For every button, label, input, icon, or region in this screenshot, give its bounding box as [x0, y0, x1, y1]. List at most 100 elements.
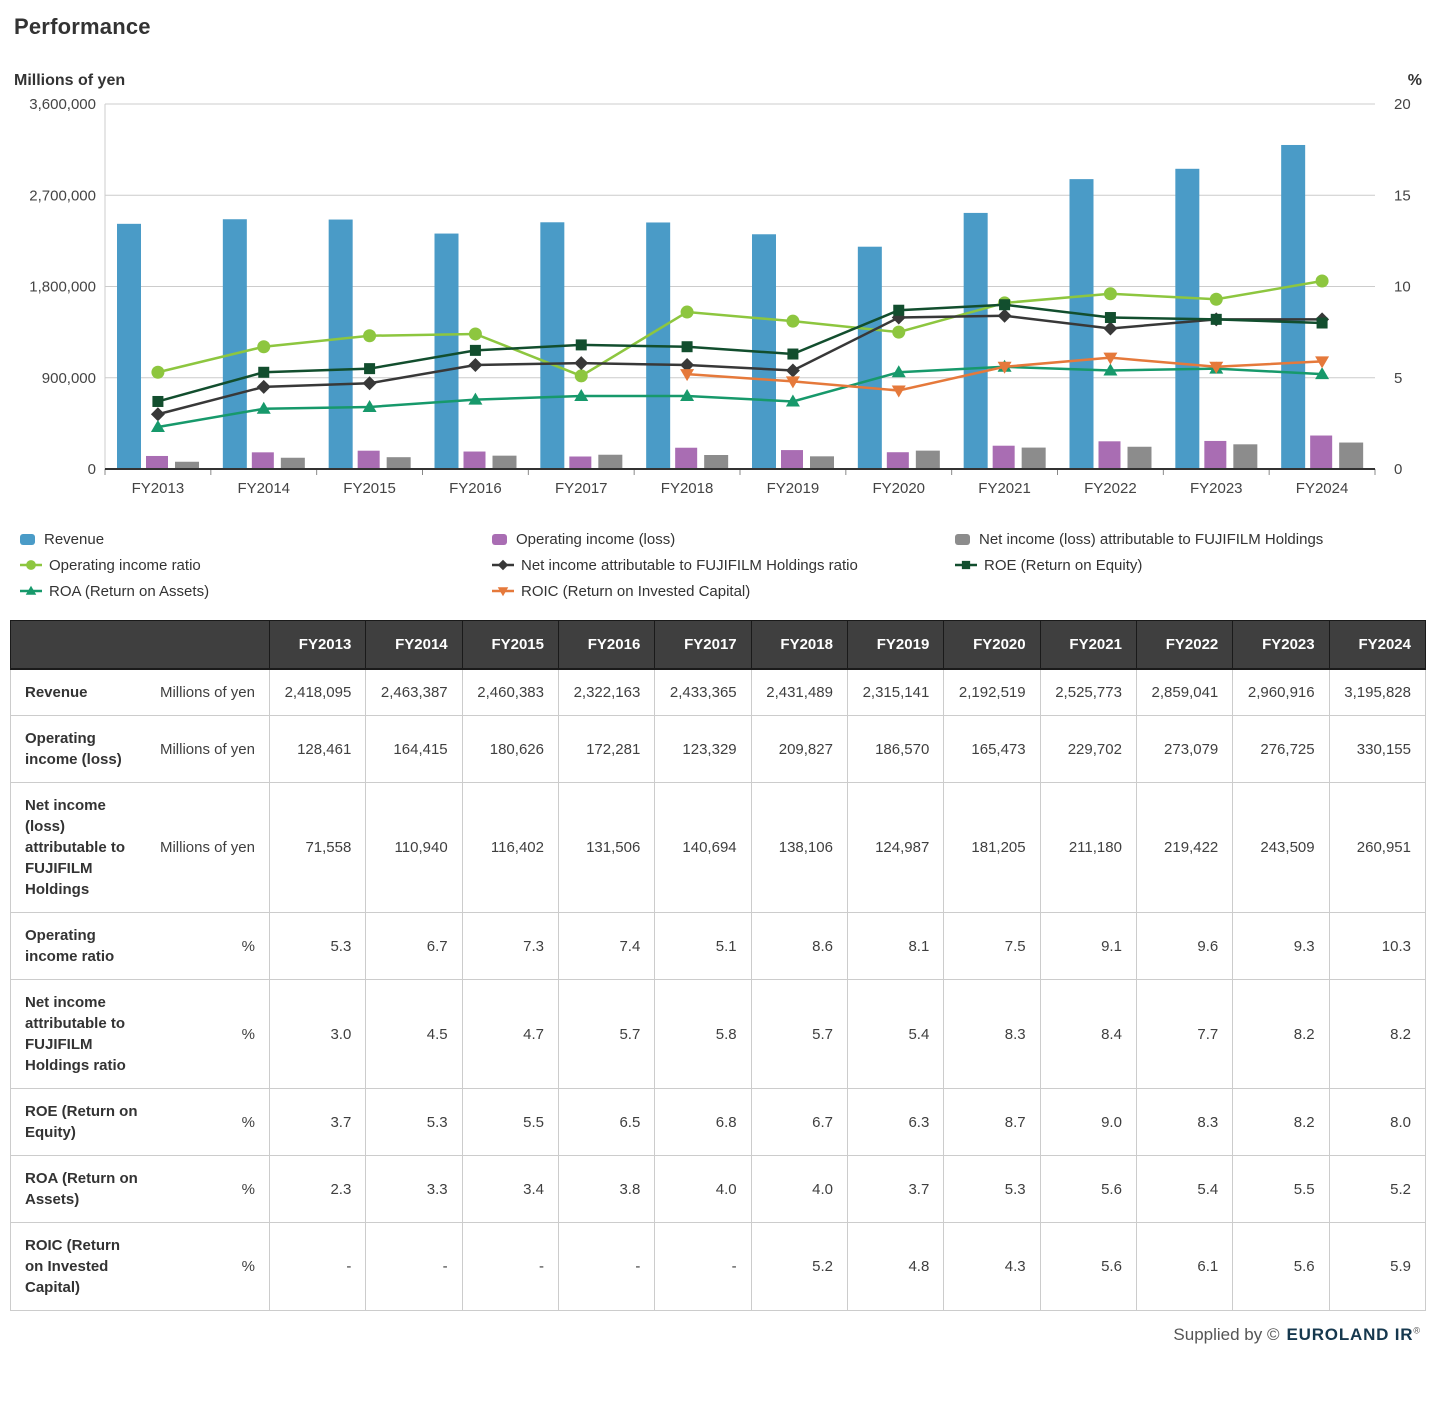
table-value-cell: 8.2 [1233, 980, 1329, 1089]
line-marker-circle [786, 315, 799, 328]
legend-item: Net income attributable to FUJIFILM Hold… [492, 552, 858, 578]
left-axis-tick-label: 900,000 [42, 370, 96, 387]
table-row: ROA (Return on Assets)%2.33.33.43.84.04.… [11, 1156, 1426, 1223]
table-value-cell: 2,431,489 [751, 669, 847, 716]
table-value-cell: 5.1 [655, 913, 751, 980]
table-row: RevenueMillions of yen2,418,0952,463,387… [11, 669, 1426, 716]
table-value-cell: 273,079 [1136, 716, 1232, 783]
legend-bar-swatch [492, 534, 507, 545]
table-value-cell: 4.8 [847, 1223, 943, 1311]
table-value-cell: 6.7 [366, 913, 462, 980]
table-value-cell: 209,827 [751, 716, 847, 783]
table-value-cell: 7.5 [944, 913, 1040, 980]
table-value-cell: 2,960,916 [1233, 669, 1329, 716]
table-value-cell: 2,433,365 [655, 669, 751, 716]
row-header-cell: ROE (Return on Equity)% [11, 1089, 270, 1156]
legend-label: Operating income (loss) [516, 531, 675, 548]
table-header: FY2013FY2014FY2015FY2016FY2017FY2018FY20… [11, 621, 1426, 670]
left-axis-tick-label: 1,800,000 [29, 279, 96, 296]
x-axis-label: FY2023 [1190, 480, 1243, 497]
table-value-cell: 10.3 [1329, 913, 1425, 980]
x-axis-label: FY2024 [1296, 480, 1349, 497]
bar-net-income [1128, 447, 1152, 469]
line-marker-circle [257, 340, 270, 353]
euroland-ir-logo: EUROLAND IR [1287, 1325, 1414, 1344]
table-value-cell: 3.4 [462, 1156, 558, 1223]
legend-bar-swatch [955, 534, 970, 545]
row-unit: % [238, 1179, 255, 1200]
line-marker-square [576, 339, 587, 350]
line-marker-circle [1210, 293, 1223, 306]
table-value-cell: 8.2 [1233, 1089, 1329, 1156]
table-value-cell: 3.0 [270, 980, 366, 1089]
performance-combo-chart: 0900,0001,800,0002,700,0003,600,00005101… [0, 90, 1436, 502]
row-label: Net income attributable to FUJIFILM Hold… [25, 992, 139, 1076]
table-value-cell: 3.7 [847, 1156, 943, 1223]
row-label: ROA (Return on Assets) [25, 1168, 139, 1210]
table-value-cell: 172,281 [558, 716, 654, 783]
left-axis-tick-label: 2,700,000 [29, 187, 96, 204]
bar-net-income [175, 462, 199, 469]
line-marker-diamond [257, 380, 271, 394]
line-marker-circle [1316, 275, 1329, 288]
table-value-cell: 5.3 [270, 913, 366, 980]
table-value-cell: 128,461 [270, 716, 366, 783]
row-unit: Millions of yen [156, 739, 255, 760]
legend-item: ROIC (Return on Invested Capital) [492, 578, 858, 604]
line-marker-diamond [468, 358, 482, 372]
table-col-header: FY2015 [462, 621, 558, 670]
line-marker-square [1211, 314, 1222, 325]
bar-revenue [964, 213, 988, 469]
row-unit: % [238, 936, 255, 957]
table-col-header: FY2013 [270, 621, 366, 670]
bar-operating-income [781, 450, 803, 469]
x-axis-label: FY2019 [767, 480, 820, 497]
table-value-cell: 140,694 [655, 783, 751, 913]
table-value-cell: 2.3 [270, 1156, 366, 1223]
line-marker-circle [363, 329, 376, 342]
bar-net-income [916, 451, 940, 469]
bar-net-income [704, 455, 728, 469]
table-value-cell: 2,859,041 [1136, 669, 1232, 716]
bar-operating-income [887, 452, 909, 469]
table-value-cell: 8.6 [751, 913, 847, 980]
table-row: ROIC (Return on Invested Capital)%-----5… [11, 1223, 1426, 1311]
line-marker-circle [1104, 287, 1117, 300]
line-marker-triangle-down [892, 386, 906, 398]
table-value-cell: 6.8 [655, 1089, 751, 1156]
table-value-cell: - [462, 1223, 558, 1311]
table-value-cell: 6.1 [1136, 1223, 1232, 1311]
table-col-header: FY2021 [1040, 621, 1136, 670]
row-unit: % [238, 1112, 255, 1133]
row-unit: % [238, 1024, 255, 1045]
table-col-header: FY2022 [1136, 621, 1232, 670]
table-value-cell: 2,192,519 [944, 669, 1040, 716]
table-col-header: FY2017 [655, 621, 751, 670]
legend-label: Revenue [44, 531, 104, 548]
performance-page: Performance Millions of yen % 0900,0001,… [0, 14, 1436, 1345]
bar-net-income [493, 456, 517, 469]
bar-operating-income [1204, 441, 1226, 469]
table-value-cell: 5.3 [944, 1156, 1040, 1223]
table-value-cell: 5.4 [847, 980, 943, 1089]
line-marker-square [893, 305, 904, 316]
table-value-cell: 186,570 [847, 716, 943, 783]
table-value-cell: 8.3 [1136, 1089, 1232, 1156]
x-axis-label: FY2017 [555, 480, 608, 497]
row-header-cell: Operating income (loss)Millions of yen [11, 716, 270, 783]
x-axis-label: FY2020 [872, 480, 925, 497]
table-col-header: FY2016 [558, 621, 654, 670]
bar-net-income [598, 455, 622, 469]
registered-trademark: ® [1413, 1325, 1420, 1335]
table-row: Net income (loss) attributable to FUJIFI… [11, 783, 1426, 913]
table-body: RevenueMillions of yen2,418,0952,463,387… [11, 669, 1426, 1311]
table-value-cell: - [270, 1223, 366, 1311]
table-value-cell: 8.7 [944, 1089, 1040, 1156]
x-axis-label: FY2015 [343, 480, 396, 497]
row-unit: % [238, 1256, 255, 1277]
legend-item: Net income (loss) attributable to FUJIFI… [955, 526, 1323, 552]
row-label: Revenue [25, 682, 139, 703]
table-value-cell: 2,525,773 [1040, 669, 1136, 716]
table-header-row: FY2013FY2014FY2015FY2016FY2017FY2018FY20… [11, 621, 1426, 670]
row-header-cell: RevenueMillions of yen [11, 669, 270, 716]
